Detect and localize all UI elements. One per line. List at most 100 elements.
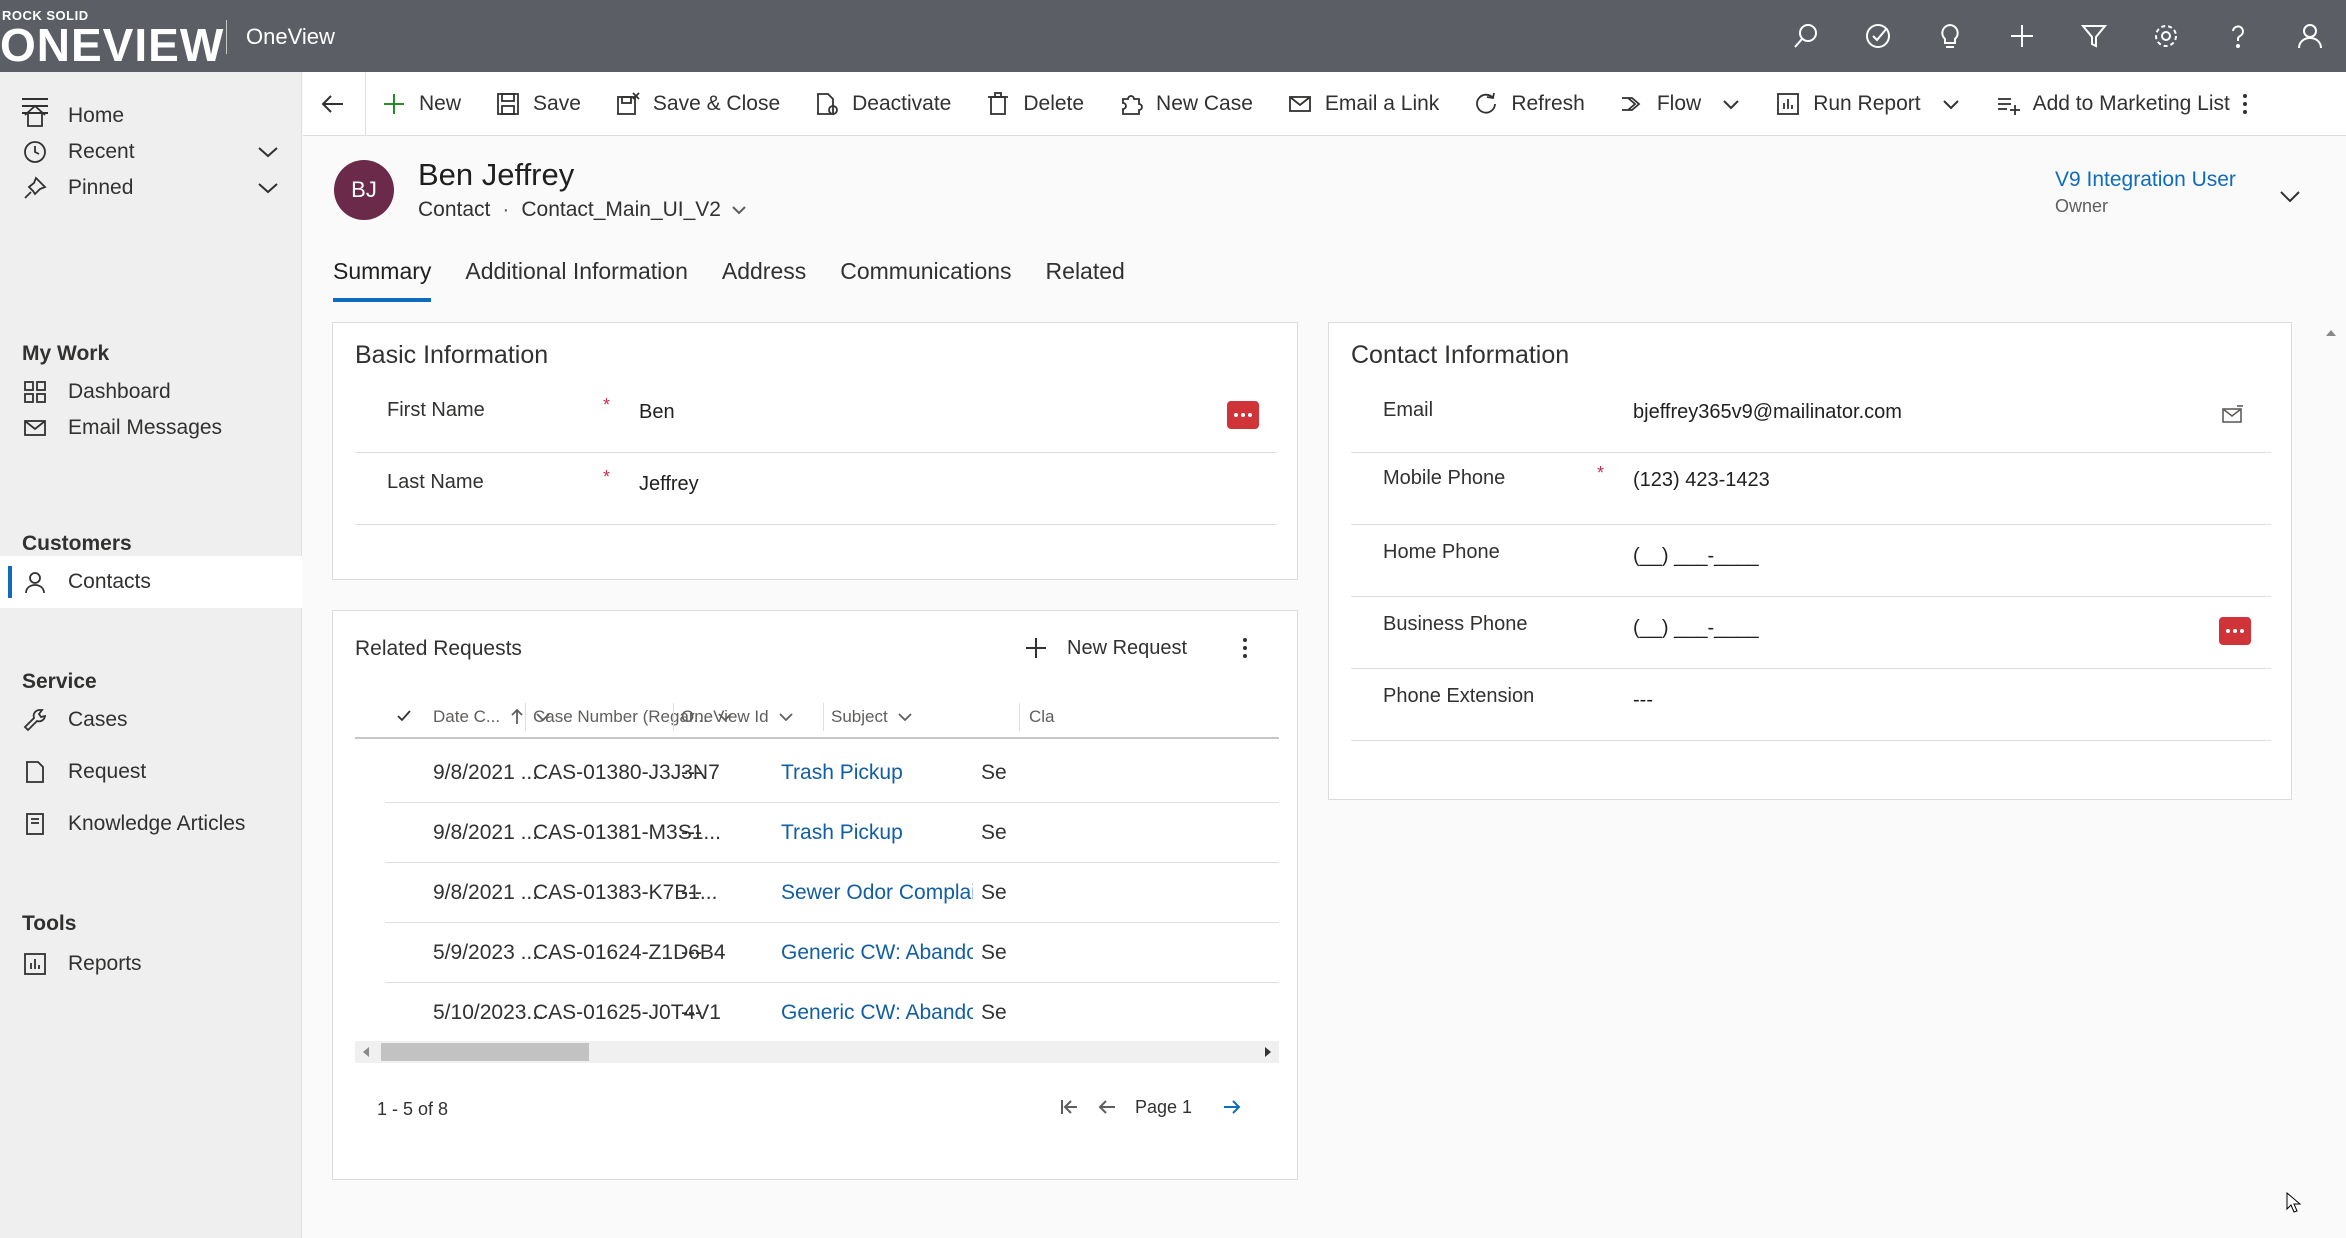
table-row[interactable]: 5/9/2023 ... CAS-01624-Z1D6B4 --- Generi… — [385, 923, 1279, 983]
last-name-field[interactable]: Jeffrey — [639, 473, 699, 496]
save-button[interactable]: Save — [495, 72, 581, 136]
mobile-phone-field[interactable]: (123) 423-1423 — [1633, 469, 1770, 492]
deactivate-button[interactable]: Deactivate — [814, 72, 951, 136]
user-icon[interactable] — [2274, 0, 2346, 72]
email-field[interactable]: bjeffrey365v9@mailinator.com — [1633, 401, 1902, 424]
save-close-button[interactable]: Save & Close — [615, 72, 780, 136]
tab-related[interactable]: Related — [1046, 258, 1125, 302]
more-options-icon[interactable] — [1227, 401, 1259, 429]
table-row[interactable]: 9/8/2021 ... CAS-01380-J3J3N7 --- Trash … — [385, 743, 1279, 803]
sort-up-arrow-icon — [511, 708, 523, 724]
business-phone-field[interactable]: (__) ___-____ — [1633, 617, 1759, 640]
chevron-down-icon[interactable] — [729, 200, 749, 220]
owner-link[interactable]: V9 Integration User — [2055, 168, 2236, 192]
filter-icon[interactable] — [2058, 0, 2130, 72]
cell-subject-link[interactable]: Generic CW: Abandoned Vehicl — [781, 1001, 973, 1025]
last-name-label: Last Name — [387, 471, 484, 493]
back-arrow-icon[interactable] — [319, 90, 347, 118]
cell-subject-link[interactable]: Trash Pickup — [781, 821, 973, 845]
sidebar-item-contacts[interactable]: Contacts — [0, 556, 302, 608]
mouse-cursor-icon — [2286, 1191, 2304, 1214]
sidebar-item-reports[interactable]: Reports — [0, 938, 302, 990]
sidebar-item-knowledge-articles[interactable]: Knowledge Articles — [0, 798, 302, 850]
settings-icon[interactable] — [2130, 0, 2202, 72]
column-header-oneview-id[interactable]: OneView Id — [681, 707, 795, 727]
lightbulb-icon[interactable] — [1914, 0, 1986, 72]
scroll-up-arrow-icon[interactable] — [2326, 330, 2336, 336]
column-divider — [1019, 703, 1020, 731]
oneview-logo[interactable]: ROCK SOLID ONEVIEW — [0, 4, 225, 70]
more-options-icon[interactable] — [2219, 617, 2251, 645]
scroll-right-arrow-icon[interactable] — [1265, 1047, 1271, 1057]
next-page-icon[interactable] — [1220, 1095, 1244, 1119]
cell-subject-link[interactable]: Sewer Odor Complaint — [781, 881, 973, 905]
help-icon[interactable] — [2202, 0, 2274, 72]
new-button[interactable]: New — [381, 72, 461, 136]
cell-cla: Se — [981, 1001, 1007, 1024]
home-phone-field[interactable]: (__) ___-____ — [1633, 545, 1759, 568]
table-row[interactable]: 9/8/2021 ... CAS-01381-M3S1... --- Trash… — [385, 803, 1279, 863]
first-name-label: First Name — [387, 399, 485, 421]
tab-additional-information[interactable]: Additional Information — [465, 258, 687, 302]
cell-date: 5/9/2023 ... — [433, 941, 539, 964]
column-header-cla[interactable]: Cla — [1029, 707, 1055, 727]
more-commands-icon[interactable] — [2229, 88, 2261, 120]
add-marketing-list-button[interactable]: Add to Marketing List — [1995, 72, 2230, 136]
delete-button[interactable]: Delete — [985, 72, 1084, 136]
form-selector[interactable]: Contact_Main_UI_V2 — [521, 198, 721, 222]
search-icon[interactable] — [1770, 0, 1842, 72]
sidebar-item-email-messages[interactable]: Email Messages — [0, 402, 302, 454]
cell-oneview-id: --- — [681, 821, 702, 844]
previous-page-icon[interactable] — [1095, 1095, 1119, 1119]
horizontal-scrollbar[interactable] — [355, 1041, 1279, 1063]
email-link-button[interactable]: Email a Link — [1287, 72, 1439, 136]
flow-button[interactable]: Flow — [1619, 72, 1741, 136]
chevron-down-icon[interactable] — [256, 140, 280, 164]
select-all-check-icon[interactable] — [395, 707, 413, 725]
chevron-down-icon[interactable] — [1941, 94, 1961, 114]
chevron-down-icon[interactable] — [256, 176, 280, 200]
basic-information-card: Basic Information First Name * Ben Last … — [332, 322, 1298, 580]
first-name-field[interactable]: Ben — [639, 401, 675, 424]
new-request-button[interactable]: New Request — [1023, 635, 1187, 661]
cell-oneview-id: --- — [681, 761, 702, 784]
scroll-left-arrow-icon[interactable] — [363, 1047, 369, 1057]
pin-icon — [22, 175, 48, 201]
sidebar-item-label: Cases — [68, 708, 128, 731]
first-page-icon[interactable] — [1057, 1095, 1081, 1119]
phone-extension-row: Phone Extension --- — [1351, 669, 2271, 741]
plus-icon[interactable] — [1986, 0, 2058, 72]
tab-communications[interactable]: Communications — [840, 258, 1011, 302]
cell-subject-link[interactable]: Generic CW: Abandoned Vehicl — [781, 941, 973, 965]
send-email-icon[interactable] — [2221, 403, 2245, 427]
column-label: Cla — [1029, 707, 1055, 726]
run-report-button[interactable]: Run Report — [1775, 72, 1960, 136]
table-row[interactable]: 9/8/2021 ... CAS-01383-K7B1... --- Sewer… — [385, 863, 1279, 923]
sidebar-item-pinned[interactable]: Pinned — [0, 162, 302, 214]
tab-address[interactable]: Address — [722, 258, 806, 302]
refresh-button[interactable]: Refresh — [1473, 72, 1585, 136]
table-row[interactable]: 5/10/2023... CAS-01625-J0T4V1 --- Generi… — [385, 983, 1279, 1043]
document-icon — [22, 759, 48, 785]
cell-subject-link[interactable]: Trash Pickup — [781, 761, 973, 785]
task-icon[interactable] — [1842, 0, 1914, 72]
more-options-icon[interactable] — [1235, 633, 1255, 663]
sidebar-item-request[interactable]: Request — [0, 746, 302, 798]
mobile-phone-row: Mobile Phone * (123) 423-1423 — [1351, 453, 2271, 525]
sidebar-item-cases[interactable]: Cases — [0, 694, 302, 746]
email-link-icon — [1287, 91, 1313, 117]
phone-extension-field[interactable]: --- — [1633, 689, 1653, 712]
chevron-down-icon[interactable] — [1721, 94, 1741, 114]
last-name-row: Last Name * Jeffrey — [355, 453, 1277, 525]
avatar: BJ — [334, 160, 394, 220]
business-phone-label: Business Phone — [1383, 613, 1528, 635]
chevron-down-icon[interactable] — [2276, 182, 2304, 210]
top-header: ROCK SOLID ONEVIEW OneView — [0, 0, 2346, 72]
tab-summary[interactable]: Summary — [333, 258, 432, 302]
new-case-button[interactable]: New Case — [1118, 72, 1253, 136]
app-name[interactable]: OneView — [246, 24, 335, 50]
header-icons — [1770, 0, 2346, 72]
chevron-down-icon — [778, 713, 793, 722]
column-header-subject[interactable]: Subject — [831, 707, 914, 727]
scrollbar-thumb[interactable] — [381, 1043, 589, 1061]
